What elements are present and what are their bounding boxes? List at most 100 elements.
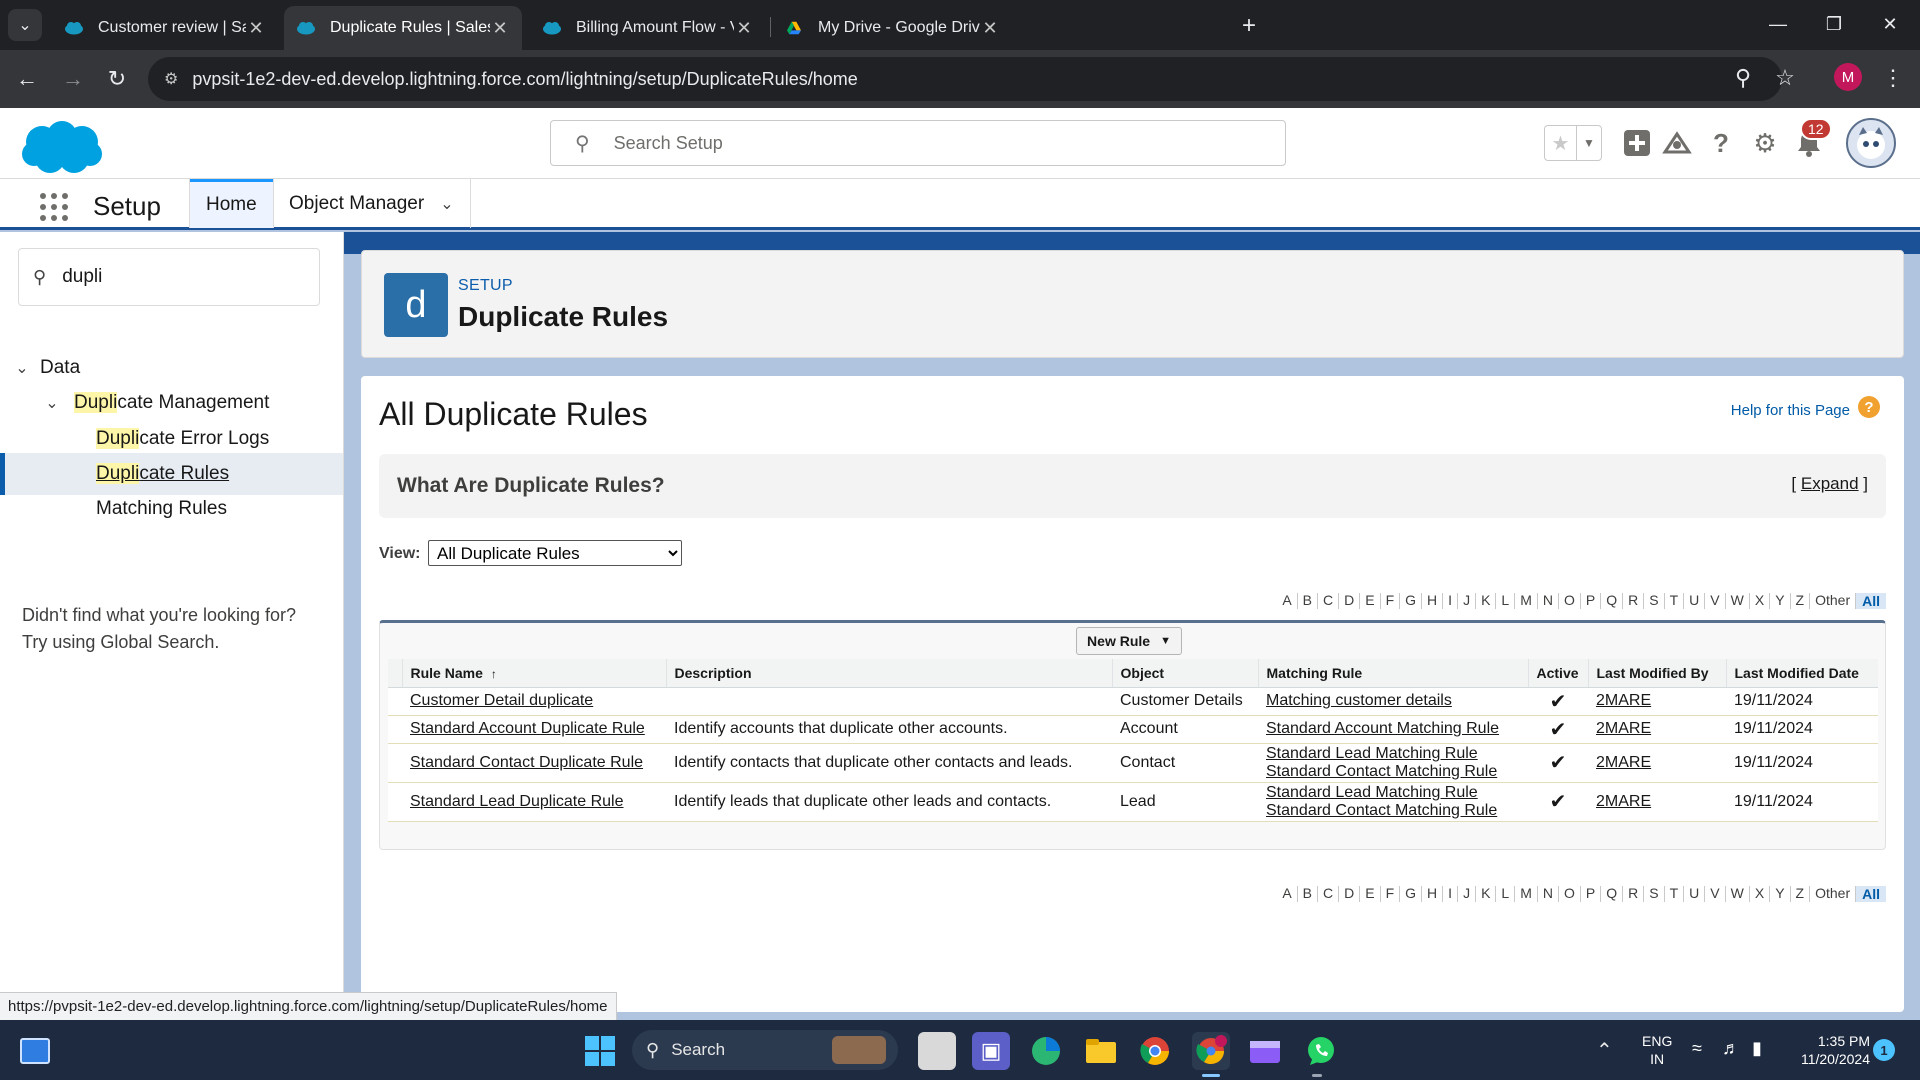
edge-browser-icon[interactable] <box>1027 1032 1065 1070</box>
favorites-group[interactable]: ★ ▼ <box>1544 125 1602 161</box>
alpha-filter-link[interactable]: H <box>1422 886 1444 902</box>
rule-name-link[interactable]: Standard Lead Duplicate Rule <box>410 793 658 811</box>
windows-start-icon[interactable] <box>585 1036 615 1066</box>
alpha-filter-link[interactable]: G <box>1400 593 1423 609</box>
chrome-icon[interactable] <box>1136 1032 1174 1070</box>
tab-search-button[interactable]: ⌄ <box>8 9 42 41</box>
column-header-description[interactable]: Description <box>665 659 1112 688</box>
alpha-filter-link[interactable]: E <box>1360 593 1381 609</box>
video-editor-icon[interactable] <box>1246 1032 1284 1070</box>
matching-rule-link[interactable]: Standard Contact Matching Rule <box>1266 802 1520 820</box>
column-header-last-modified-date[interactable]: Last Modified Date <box>1725 659 1878 688</box>
address-bar[interactable]: ⚙ pvpsit-1e2-dev-ed.develop.lightning.fo… <box>148 57 1782 101</box>
alpha-filter-link[interactable]: All <box>1856 886 1886 902</box>
profile-avatar[interactable]: M <box>1834 63 1862 91</box>
quick-find-input[interactable] <box>62 266 303 288</box>
tree-item-matching-rules[interactable]: Matching Rules <box>0 488 343 530</box>
modified-by-link[interactable]: 2MARE <box>1596 754 1718 772</box>
alpha-filter-link[interactable]: K <box>1476 886 1497 902</box>
salesforce-logo[interactable] <box>20 118 104 176</box>
restore-icon[interactable]: ❐ <box>1806 0 1862 48</box>
widgets-icon[interactable] <box>20 1038 50 1064</box>
alpha-filter-link[interactable]: E <box>1360 886 1381 902</box>
alpha-filter-link[interactable]: B <box>1298 886 1318 902</box>
alpha-filter-link[interactable]: U <box>1684 593 1706 609</box>
alpha-filter-link[interactable]: R <box>1623 593 1645 609</box>
alpha-filter-link[interactable]: F <box>1381 593 1401 609</box>
alpha-filter-link[interactable]: X <box>1750 593 1771 609</box>
alpha-filter-link[interactable]: P <box>1581 593 1602 609</box>
view-select[interactable]: All Duplicate Rules <box>428 540 682 566</box>
nav-tab-object-manager[interactable]: Object Manager ⌄ <box>273 179 470 228</box>
matching-rule-link[interactable]: Standard Contact Matching Rule <box>1266 763 1520 781</box>
alpha-filter-link[interactable]: V <box>1705 593 1726 609</box>
alpha-filter-link[interactable]: T <box>1665 593 1685 609</box>
zoom-icon[interactable]: ⚲ <box>1726 61 1760 95</box>
file-explorer-icon[interactable] <box>1082 1032 1120 1070</box>
notification-center-badge[interactable]: 1 <box>1873 1039 1895 1061</box>
site-settings-icon[interactable]: ⚙ <box>164 69 178 89</box>
rule-name-link[interactable]: Standard Contact Duplicate Rule <box>410 754 658 772</box>
chevron-down-icon[interactable]: ⌄ <box>42 393 62 413</box>
alpha-filter-link[interactable]: R <box>1623 886 1645 902</box>
forward-arrow-icon[interactable]: → <box>56 62 90 96</box>
reload-icon[interactable]: ↻ <box>100 62 134 96</box>
language-indicator[interactable]: ENG IN <box>1642 1032 1672 1068</box>
rule-name-link[interactable]: Customer Detail duplicate <box>410 692 658 710</box>
matching-rule-link[interactable]: Standard Account Matching Rule <box>1266 720 1520 738</box>
alpha-filter-link[interactable]: W <box>1726 593 1750 609</box>
close-icon[interactable]: ✕ <box>980 18 1000 39</box>
browser-tab[interactable]: My Drive - Google Drive ✕ <box>772 6 1012 50</box>
volume-icon[interactable]: ♬ <box>1722 1038 1740 1059</box>
alpha-filter-link[interactable]: K <box>1476 593 1497 609</box>
column-header-last-modified-by[interactable]: Last Modified By <box>1587 659 1726 688</box>
browser-tab[interactable]: Customer review | Salesforce ✕ <box>52 6 278 50</box>
modified-by-link[interactable]: 2MARE <box>1596 793 1718 811</box>
alpha-filter-link[interactable]: I <box>1443 593 1459 609</box>
alpha-filter-link[interactable]: Y <box>1770 886 1791 902</box>
alpha-filter-link[interactable]: Y <box>1770 593 1791 609</box>
alpha-filter-link[interactable]: O <box>1559 593 1581 609</box>
matching-rule-link[interactable]: Standard Lead Matching Rule <box>1266 784 1520 802</box>
wifi-icon[interactable]: ≈ <box>1692 1038 1702 1059</box>
browser-menu-icon[interactable]: ⋮ <box>1876 61 1910 95</box>
task-view-icon[interactable] <box>918 1032 956 1070</box>
alpha-filter-link[interactable]: J <box>1458 593 1477 609</box>
alpha-filter-link[interactable]: S <box>1644 886 1665 902</box>
alpha-filter-link[interactable]: O <box>1559 886 1581 902</box>
alpha-filter-link[interactable]: D <box>1339 593 1361 609</box>
alpha-filter-link[interactable]: All <box>1856 593 1886 609</box>
alpha-filter-link[interactable]: I <box>1443 886 1459 902</box>
alpha-filter-link[interactable]: M <box>1515 593 1538 609</box>
alpha-filter-link[interactable]: Q <box>1601 593 1624 609</box>
alpha-filter-link[interactable]: L <box>1496 593 1516 609</box>
alpha-filter-link[interactable]: X <box>1750 886 1771 902</box>
global-actions-plus-icon[interactable] <box>1618 124 1656 162</box>
rule-name-link[interactable]: Standard Account Duplicate Rule <box>410 720 658 738</box>
tray-chevron-up-icon[interactable]: ⌃ <box>1596 1038 1613 1063</box>
alpha-filter-link[interactable]: B <box>1298 593 1318 609</box>
alpha-filter-link[interactable]: C <box>1318 593 1340 609</box>
alpha-filter-link[interactable]: Z <box>1791 593 1811 609</box>
alpha-filter-link[interactable]: N <box>1538 886 1559 902</box>
alpha-filter-link[interactable]: M <box>1515 886 1538 902</box>
column-header-active[interactable]: Active <box>1527 659 1588 688</box>
trailhead-guidance-icon[interactable] <box>1658 124 1696 162</box>
tree-label[interactable]: Duplicate Rules <box>96 463 229 485</box>
modified-by-link[interactable]: 2MARE <box>1596 692 1718 710</box>
matching-rule-link[interactable]: Matching customer details <box>1266 692 1520 710</box>
whatsapp-icon[interactable] <box>1302 1032 1340 1070</box>
alpha-filter-link[interactable]: D <box>1339 886 1361 902</box>
alpha-filter-link[interactable]: P <box>1581 886 1602 902</box>
nav-tab-home[interactable]: Home <box>190 179 273 228</box>
battery-icon[interactable]: ▮ <box>1752 1038 1762 1059</box>
alpha-filter-link[interactable]: W <box>1726 886 1750 902</box>
alpha-filter-link[interactable]: T <box>1665 886 1685 902</box>
back-arrow-icon[interactable]: ← <box>10 62 44 96</box>
browser-tab[interactable]: Billing Amount Flow - V1 ✕ <box>530 6 766 50</box>
setup-search-input[interactable] <box>613 132 1214 154</box>
favorites-dropdown-icon[interactable]: ▼ <box>1577 126 1601 160</box>
column-header-matching-rule[interactable]: Matching Rule <box>1257 659 1528 688</box>
chrome-profile-icon[interactable] <box>1192 1032 1230 1070</box>
alpha-filter-link[interactable]: A <box>1277 593 1298 609</box>
